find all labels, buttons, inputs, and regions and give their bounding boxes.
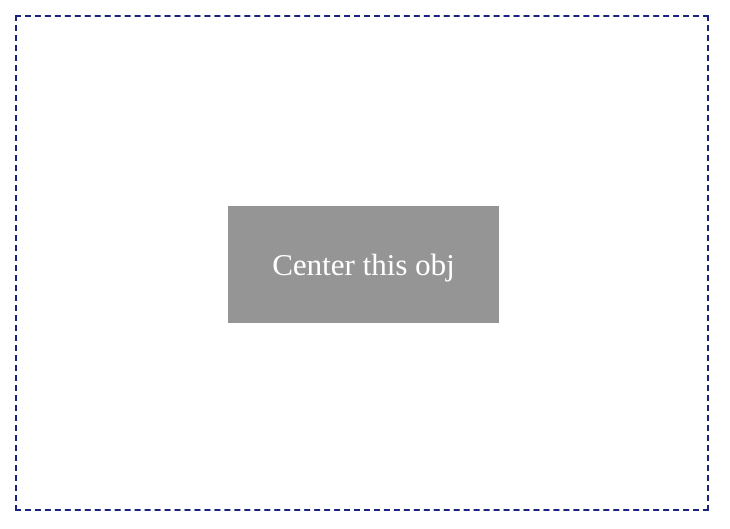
center-box-label: Center this obj	[272, 246, 455, 282]
center-box: Center this obj	[228, 206, 499, 323]
